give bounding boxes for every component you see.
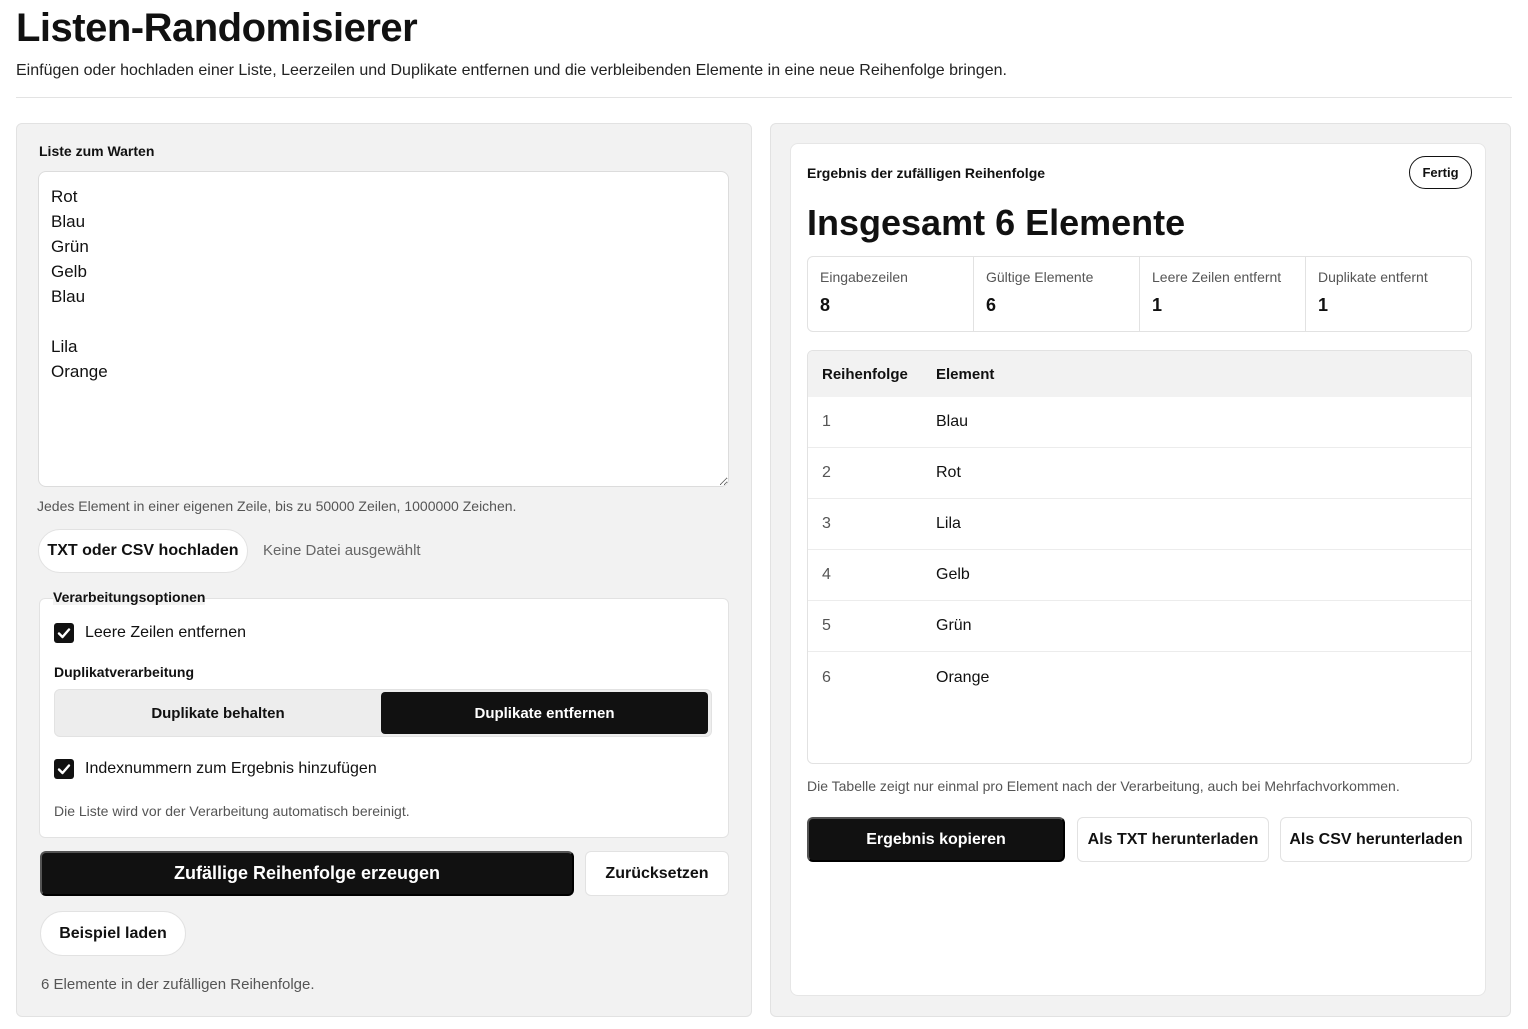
input-panel: Liste zum Warten Jedes Element in einer … <box>16 123 752 1017</box>
row-element: Gelb <box>936 566 970 583</box>
stat-label: Eingabezeilen <box>820 269 908 285</box>
row-order: 5 <box>822 617 831 634</box>
upload-button[interactable]: TXT oder CSV hochladen <box>38 529 248 573</box>
list-label: Liste zum Warten <box>39 143 155 159</box>
list-hint: Jedes Element in einer eigenen Zeile, bi… <box>37 498 517 514</box>
stat-empty-removed: Leere Zeilen entfernt 1 <box>1140 257 1306 331</box>
column-header-order: Reihenfolge <box>822 365 908 383</box>
page-title: Listen-Randomisierer <box>16 6 418 50</box>
header-divider <box>16 97 1512 98</box>
example-button[interactable]: Beispiel laden <box>40 911 186 956</box>
result-table: Reihenfolge Element 1 Blau 2 Rot 3 Lila … <box>807 350 1472 764</box>
table-note: Die Tabelle zeigt nur einmal pro Element… <box>807 778 1400 794</box>
stat-valid-elements: Gültige Elemente 6 <box>974 257 1140 331</box>
index-numbers-label[interactable]: Indexnummern zum Ergebnis hinzufügen <box>85 760 377 778</box>
index-numbers-checkbox[interactable] <box>54 759 74 779</box>
page-subtitle: Einfügen oder hochladen einer Liste, Lee… <box>16 62 1007 79</box>
remove-empty-checkbox[interactable] <box>54 623 74 643</box>
row-element: Blau <box>936 413 969 430</box>
table-row: 2 Rot <box>808 448 1471 499</box>
row-element: Lila <box>936 515 961 532</box>
row-order: 3 <box>822 515 831 532</box>
table-header: Reihenfolge Element <box>808 351 1471 397</box>
download-txt-button[interactable]: Als TXT herunterladen <box>1077 817 1269 862</box>
duplicate-remove-option[interactable]: Duplikate entfernen <box>381 692 708 734</box>
status-badge: Fertig <box>1409 156 1472 189</box>
result-card: Ergebnis der zufälligen Reihenfolge Fert… <box>790 143 1486 996</box>
row-order: 1 <box>822 413 831 430</box>
copy-result-button[interactable]: Ergebnis kopieren <box>807 817 1065 862</box>
column-header-element: Element <box>936 365 995 383</box>
row-element: Orange <box>936 668 990 686</box>
row-element: Rot <box>936 464 961 481</box>
check-icon <box>57 628 71 639</box>
duplicate-keep-option[interactable]: Duplikate behalten <box>57 692 379 734</box>
table-row: 4 Gelb <box>808 550 1471 601</box>
table-row: 1 Blau <box>808 397 1471 448</box>
generate-button[interactable]: Zufällige Reihenfolge erzeugen <box>40 851 574 896</box>
upload-status: Keine Datei ausgewählt <box>263 542 421 559</box>
stat-value: 1 <box>1318 295 1329 315</box>
stat-label: Leere Zeilen entfernt <box>1152 269 1282 285</box>
duplicate-toggle: Duplikate behalten Duplikate entfernen <box>54 689 712 737</box>
row-order: 4 <box>822 566 831 583</box>
stats-grid: Eingabezeilen 8 Gültige Elemente 6 Leere… <box>807 256 1472 332</box>
stat-value: 8 <box>820 295 831 315</box>
list-input[interactable] <box>38 171 729 487</box>
check-icon <box>57 764 71 775</box>
download-csv-button[interactable]: Als CSV herunterladen <box>1280 817 1472 862</box>
row-order: 6 <box>822 668 831 686</box>
duplicate-heading: Duplikatverarbeitung <box>54 664 195 680</box>
table-row: 3 Lila <box>808 499 1471 550</box>
stat-value: 6 <box>986 295 997 315</box>
total-title: Insgesamt 6 Elemente <box>807 202 1186 243</box>
stat-value: 1 <box>1152 295 1163 315</box>
stat-duplicates-removed: Duplikate entfernt 1 <box>1306 257 1471 331</box>
options-legend: Verarbeitungsoptionen <box>53 589 206 605</box>
stat-input-lines: Eingabezeilen 8 <box>808 257 974 331</box>
row-element: Grün <box>936 617 972 634</box>
result-panel: Ergebnis der zufälligen Reihenfolge Fert… <box>770 123 1511 1017</box>
result-heading: Ergebnis der zufälligen Reihenfolge <box>807 165 1046 181</box>
stat-label: Duplikate entfernt <box>1318 269 1428 285</box>
status-text: 6 Elemente in der zufälligen Reihenfolge… <box>41 976 315 993</box>
remove-empty-label[interactable]: Leere Zeilen entfernen <box>85 624 246 642</box>
table-row: 5 Grün <box>808 601 1471 652</box>
page-header: Listen-Randomisierer Einfügen oder hochl… <box>16 6 1512 80</box>
stat-label: Gültige Elemente <box>986 269 1094 285</box>
auto-clean-note: Die Liste wird vor der Verarbeitung auto… <box>54 803 410 819</box>
table-row: 6 Orange <box>808 652 1471 703</box>
row-order: 2 <box>822 464 831 481</box>
reset-button[interactable]: Zurücksetzen <box>585 851 729 896</box>
